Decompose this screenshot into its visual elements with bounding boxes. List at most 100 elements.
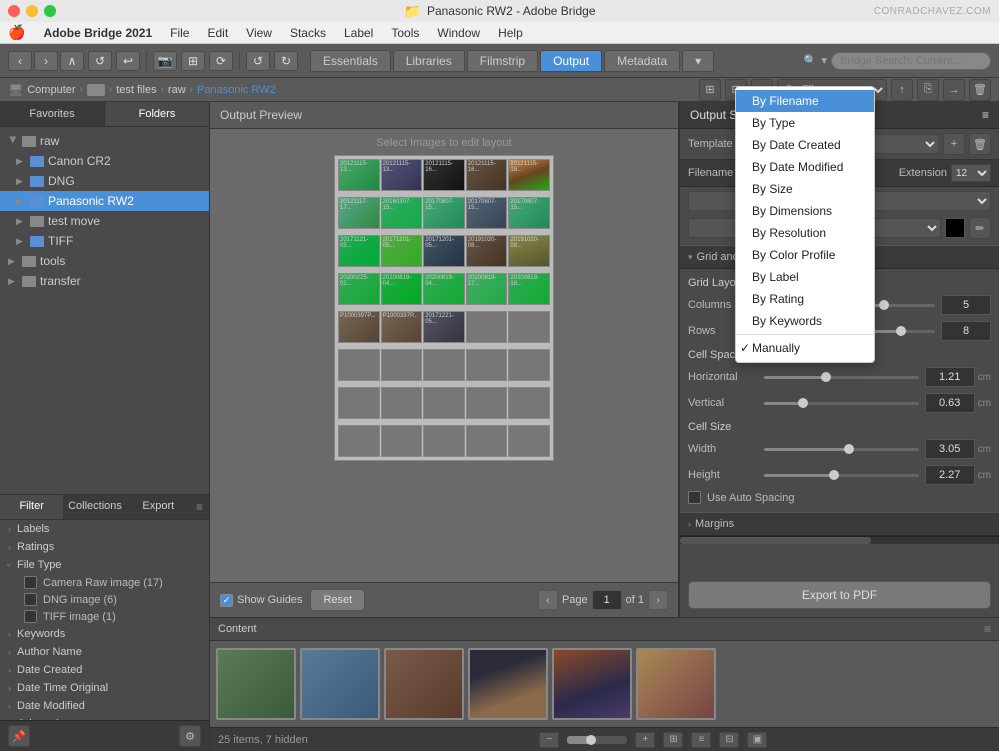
tree-item-panasonic[interactable]: ▶ Panasonic RW2 [0,191,209,211]
filter-tab-collections[interactable]: Collections [63,495,126,519]
close-button[interactable] [8,5,20,17]
height-slider-thumb[interactable] [829,470,839,480]
dropdown-item-bydatecreated[interactable]: By Date Created [736,134,874,156]
tree-item-raw[interactable]: ▶ raw [0,131,209,151]
minimize-button[interactable] [26,5,38,17]
tree-item-canon[interactable]: ▶ Canon CR2 [0,151,209,171]
rows-slider-thumb[interactable] [896,326,906,336]
maximize-button[interactable] [44,5,56,17]
vertical-slider-thumb[interactable] [798,398,808,408]
show-guides-label[interactable]: ✓ Show Guides [220,594,302,607]
dropdown-item-bydatemodified[interactable]: By Date Modified [736,156,874,178]
thumb-4[interactable] [468,648,548,720]
rows-input[interactable] [941,321,991,341]
batch-button[interactable]: ⊞ [181,51,205,71]
menu-edit[interactable]: Edit [199,24,236,42]
breadcrumb-testfiles[interactable]: test files [116,84,156,96]
menu-stacks[interactable]: Stacks [282,24,334,42]
view-filmstrip-btn[interactable]: ▣ [747,732,767,748]
right-panel-scrollbar[interactable] [680,536,999,544]
forward-button[interactable]: › [34,51,58,71]
filter-item-ratings[interactable]: › Ratings [0,538,209,556]
auto-spacing-checkbox[interactable] [688,491,701,504]
delete-btn[interactable]: 🗑 [969,79,991,101]
tab-filmstrip[interactable]: Filmstrip [467,50,538,72]
menu-tools[interactable]: Tools [383,24,427,42]
right-panel-menu-icon[interactable]: ≡ [982,108,989,122]
move-to-btn[interactable]: → [943,79,965,101]
tree-item-testmove[interactable]: ▶ test move [0,211,209,231]
view-list-btn[interactable]: ≡ [691,732,711,748]
tab-libraries[interactable]: Libraries [393,50,465,72]
sidebar-tab-folders[interactable]: Folders [105,102,209,126]
dropdown-item-bycolorprofile[interactable]: By Color Profile [736,244,874,266]
view-grid-btn[interactable]: ⊞ [663,732,683,748]
pin-button[interactable]: 📌 [8,725,30,747]
vertical-input[interactable] [925,393,975,413]
height-input[interactable] [925,465,975,485]
template-add-btn[interactable]: + [943,133,965,155]
menu-file[interactable]: File [162,24,197,42]
status-plus-btn[interactable]: + [635,732,655,748]
dropdown-item-bytype[interactable]: By Type [736,112,874,134]
thumb-5[interactable] [552,648,632,720]
export-pdf-button[interactable]: Export to PDF [688,581,991,609]
width-slider-thumb[interactable] [844,444,854,454]
dropdown-item-bykeywords[interactable]: By Keywords [736,310,874,332]
up-button[interactable]: ∧ [60,51,84,71]
width-input[interactable] [925,439,975,459]
horizontal-slider[interactable] [764,376,919,379]
horizontal-slider-thumb[interactable] [821,372,831,382]
view-mode-btn[interactable]: ⊞ [699,79,721,101]
tree-item-transfer[interactable]: ▶ transfer [0,271,209,291]
tab-metadata[interactable]: Metadata [604,50,680,72]
filter-checkbox-cameraraw[interactable] [24,576,37,589]
tab-essentials[interactable]: Essentials [310,50,391,72]
copy-to-btn[interactable]: ⎘ [917,79,939,101]
tab-more[interactable]: ▾ [682,50,714,72]
dropdown-item-byresolution[interactable]: By Resolution [736,222,874,244]
horizontal-input[interactable] [925,367,975,387]
breadcrumb-computer[interactable]: Computer [27,84,75,96]
color-picker-btn[interactable]: ✏ [969,217,991,239]
filter-item-filetype[interactable]: › File Type [0,556,209,574]
redo-button[interactable]: ↻ [274,51,298,71]
camera-button[interactable]: 📷 [153,51,177,71]
history-button[interactable]: ↺ [88,51,112,71]
extension-select[interactable]: 12 [951,164,991,182]
template-delete-btn[interactable]: 🗑 [969,133,991,155]
thumb-1[interactable] [216,648,296,720]
back-button[interactable]: ‹ [8,51,32,71]
vertical-slider[interactable] [764,402,919,405]
tree-item-tiff[interactable]: ▶ TIFF [0,231,209,251]
filter-checkbox-tiff[interactable] [24,610,37,623]
filter-item-authorname[interactable]: › Author Name [0,643,209,661]
refresh-button[interactable]: ⟳ [209,51,233,71]
menu-app[interactable]: Adobe Bridge 2021 [35,24,160,42]
dropdown-item-byfilename[interactable]: By Filename [736,90,874,112]
columns-input[interactable] [941,295,991,315]
filter-tab-export[interactable]: Export [127,495,190,519]
page-prev[interactable]: ‹ [538,590,558,610]
dropdown-item-manually[interactable]: Manually [736,337,874,359]
breadcrumb-raw[interactable]: raw [168,84,186,96]
thumb-6[interactable] [636,648,716,720]
dropdown-item-bylabel[interactable]: By Label [736,266,874,288]
page-input[interactable] [592,590,622,610]
apple-menu[interactable]: 🍎 [8,24,25,41]
breadcrumb-panasonic[interactable]: Panasonic RW2 [197,84,276,96]
filter-item-datetimeoriginal[interactable]: › Date Time Original [0,679,209,697]
thumb-3[interactable] [384,648,464,720]
filter-menu-icon[interactable]: ≡ [190,495,209,519]
filter-item-datemodified[interactable]: › Date Modified [0,697,209,715]
filter-item-keywords[interactable]: › Keywords [0,625,209,643]
height-slider[interactable] [764,474,919,477]
width-slider[interactable] [764,448,919,451]
undo-button[interactable]: ↺ [246,51,270,71]
reset-button[interactable]: Reset [310,589,365,611]
thumb-2[interactable] [300,648,380,720]
tree-item-tools[interactable]: ▶ tools [0,251,209,271]
filter-checkbox-dng[interactable] [24,593,37,606]
content-menu-icon[interactable]: ≡ [984,622,991,636]
rotate-button[interactable]: ↩ [116,51,140,71]
